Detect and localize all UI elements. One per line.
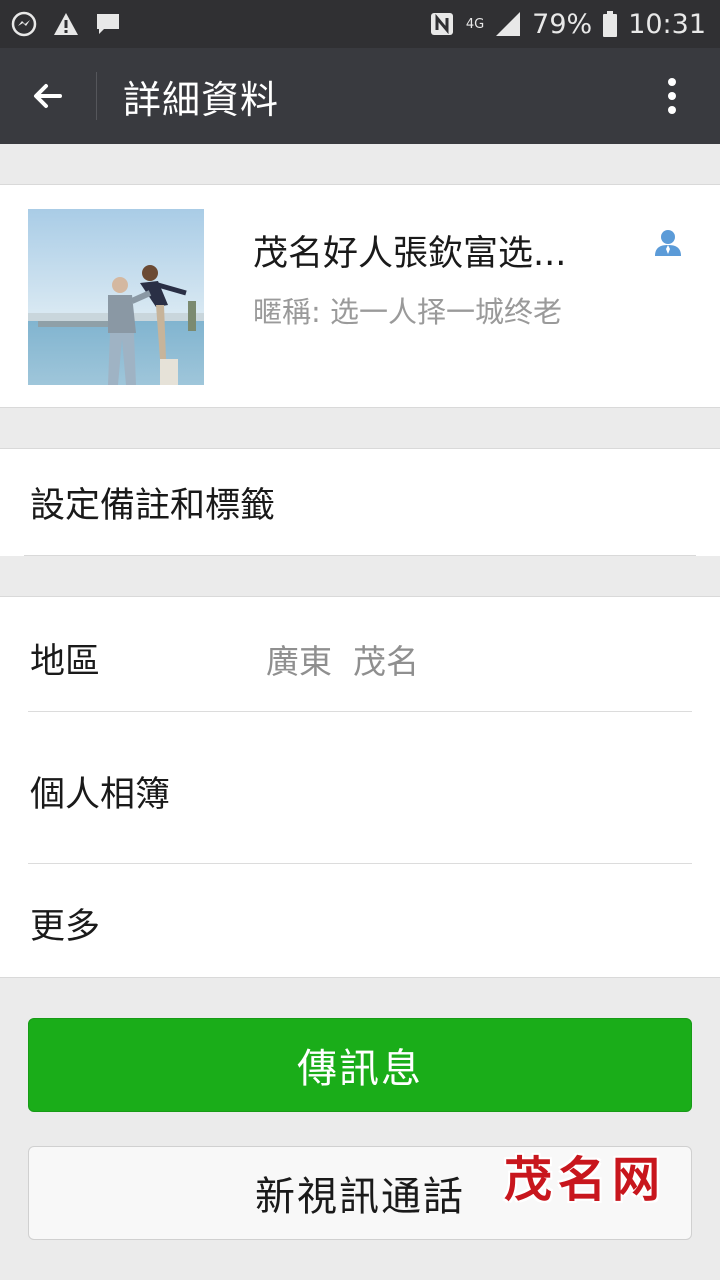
status-bar: 4G 79% 10:31	[0, 0, 720, 48]
more-row[interactable]: 更多	[0, 864, 720, 978]
info-section: 地區 廣東 茂名 個人相簿 更多	[0, 596, 720, 978]
signal-icon	[494, 10, 522, 38]
back-button[interactable]	[0, 48, 96, 144]
messenger-icon	[10, 10, 38, 38]
region-row[interactable]: 地區 廣東 茂名	[0, 597, 720, 711]
album-row[interactable]: 個人相簿	[0, 712, 720, 863]
region-value: 廣東 茂名	[266, 642, 419, 681]
arrow-left-icon	[34, 84, 62, 108]
profile-name: 茂名好人張欽富选...	[253, 234, 567, 274]
send-message-button[interactable]: 傳訊息	[28, 1018, 692, 1112]
profile-card: 茂名好人張欽富选... 暱稱: 选一人择一城终老	[0, 184, 720, 408]
status-right-icons: 4G 79% 10:31	[428, 9, 706, 40]
network-type: 4G	[465, 16, 485, 32]
chat-icon	[94, 10, 122, 38]
divider	[24, 555, 696, 556]
more-options-button[interactable]	[624, 48, 720, 144]
toolbar-divider	[96, 72, 97, 120]
battery-icon	[602, 10, 618, 38]
status-left-icons	[10, 10, 122, 38]
top-toolbar: 詳細資料	[0, 48, 720, 144]
contact-person-icon	[652, 227, 684, 259]
avatar-photo	[28, 209, 204, 385]
album-label: 個人相簿	[30, 775, 171, 815]
nfc-icon	[428, 10, 456, 38]
page-title: 詳細資料	[123, 77, 280, 122]
clock: 10:31	[628, 8, 706, 40]
avatar[interactable]	[28, 209, 204, 385]
more-vertical-icon	[668, 78, 676, 114]
more-label: 更多	[30, 907, 101, 947]
region-label: 地區	[30, 642, 101, 682]
set-remarks-row[interactable]: 設定備註和標籤	[0, 448, 720, 556]
watermark-logo: 茂名网	[504, 1152, 667, 1208]
battery-percent: 79%	[532, 8, 593, 40]
warning-icon	[52, 10, 80, 38]
profile-nickname: 暱稱: 选一人择一城终老	[253, 295, 562, 329]
set-remarks-label: 設定備註和標籤	[30, 486, 276, 526]
